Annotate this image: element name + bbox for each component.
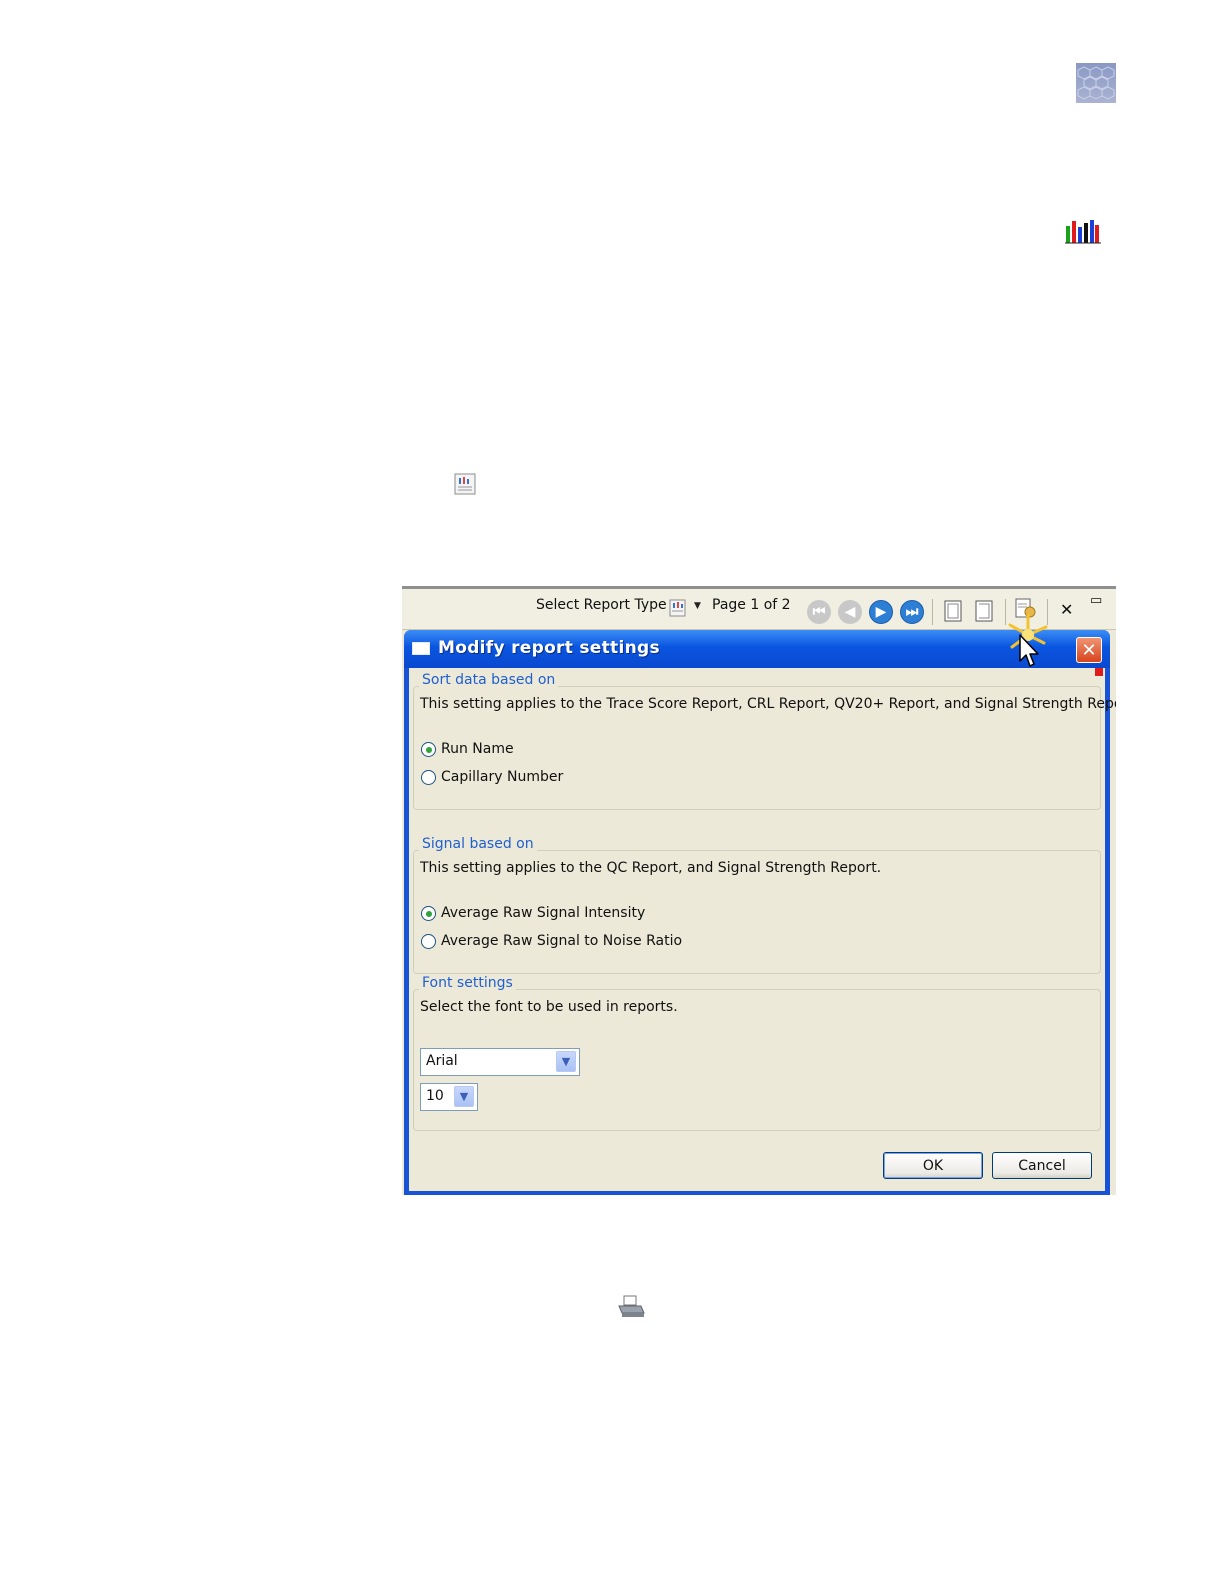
dialog-title: Modify report settings — [438, 638, 660, 658]
dialog-titlebar[interactable]: Modify report settings ✕ — [404, 630, 1110, 668]
resize-marker — [1095, 668, 1103, 676]
report-type-icon — [452, 472, 478, 496]
modify-report-settings-dialog: Modify report settings ✕ Sort data based… — [404, 630, 1116, 1195]
chevron-down-icon[interactable]: ▼ — [694, 601, 701, 611]
printer-icon — [616, 1294, 646, 1320]
minimize-icon[interactable]: ▭ — [1090, 593, 1102, 608]
dialog-close-button[interactable]: ✕ — [1076, 637, 1102, 663]
first-page-icon[interactable]: ⏮ — [807, 600, 831, 624]
cancel-button-label: Cancel — [1018, 1157, 1066, 1174]
radio-button[interactable] — [421, 934, 436, 949]
font-size-select[interactable]: 10 ▼ — [420, 1083, 478, 1111]
close-viewer-icon[interactable]: ✕ — [1060, 600, 1073, 619]
report-toolbar: Select Report Type ▼ Page 1 of 2 ⏮ ◀ ▶ ⏭ — [402, 586, 1116, 667]
chevron-down-icon[interactable]: ▼ — [454, 1086, 474, 1107]
report-type-icon[interactable] — [668, 598, 688, 618]
radio-selected-dot — [426, 747, 432, 753]
ok-button-label: OK — [922, 1157, 944, 1174]
cancel-button[interactable]: Cancel — [992, 1152, 1092, 1179]
radio-average-raw-signal-intensity[interactable]: Average Raw Signal Intensity — [421, 904, 821, 924]
font-family-value: Arial — [426, 1053, 458, 1069]
radio-label: Capillary Number — [441, 769, 564, 785]
next-page-icon[interactable]: ▶ — [869, 600, 893, 624]
mouse-cursor-icon — [1018, 633, 1042, 669]
signal-based-legend: Signal based on — [419, 836, 537, 852]
font-settings-description: Select the font to be used in reports. — [420, 999, 678, 1015]
font-size-value: 10 — [426, 1088, 444, 1104]
toolbar-divider — [932, 599, 933, 625]
close-icon: ✕ — [1081, 639, 1097, 661]
report-viewer-screenshot: Select Report Type ▼ Page 1 of 2 ⏮ ◀ ▶ ⏭ — [402, 586, 1116, 1195]
last-page-icon[interactable]: ⏭ — [900, 600, 924, 624]
electropherogram-icon — [1064, 218, 1102, 244]
radio-label: Run Name — [441, 741, 514, 757]
page-width-icon[interactable] — [973, 599, 995, 623]
sort-data-legend: Sort data based on — [419, 672, 559, 688]
previous-page-icon[interactable]: ◀ — [838, 600, 862, 624]
radio-button[interactable] — [421, 742, 436, 757]
page-info: Page 1 of 2 — [712, 597, 791, 613]
brand-tile-icon — [1076, 63, 1116, 103]
dialog-client-area: Sort data based on This setting applies … — [409, 668, 1116, 1191]
chevron-down-icon[interactable]: ▼ — [556, 1051, 576, 1072]
ok-button[interactable]: OK — [883, 1152, 983, 1179]
radio-selected-dot — [426, 911, 432, 917]
radio-label: Average Raw Signal Intensity — [441, 905, 646, 921]
radio-button[interactable] — [421, 770, 436, 785]
single-page-icon[interactable] — [942, 599, 964, 623]
radio-button[interactable] — [421, 906, 436, 921]
radio-capillary-number[interactable]: Capillary Number — [421, 768, 721, 788]
sort-data-description: This setting applies to the Trace Score … — [420, 696, 1116, 712]
font-family-select[interactable]: Arial ▼ — [420, 1048, 580, 1076]
window-icon — [412, 642, 430, 655]
select-report-type-label: Select Report Type — [536, 597, 667, 613]
font-settings-legend: Font settings — [419, 975, 516, 991]
radio-average-raw-signal-to-noise[interactable]: Average Raw Signal to Noise Ratio — [421, 932, 821, 952]
signal-based-description: This setting applies to the QC Report, a… — [420, 860, 882, 876]
radio-label: Average Raw Signal to Noise Ratio — [441, 933, 683, 949]
radio-run-name[interactable]: Run Name — [421, 740, 721, 760]
